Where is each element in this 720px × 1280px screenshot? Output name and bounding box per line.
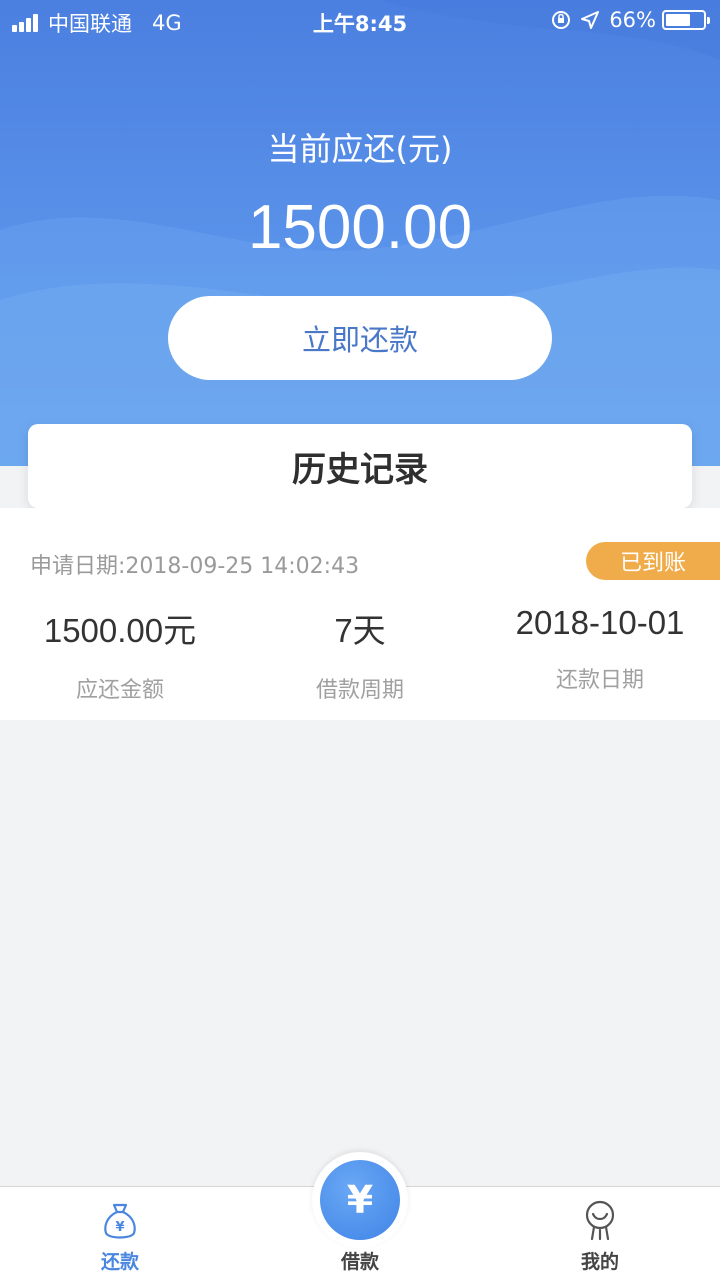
stat-value: 7天: [334, 612, 386, 649]
rotation-lock-icon: [551, 10, 571, 30]
tab-repay[interactable]: ¥ 还款: [0, 1187, 240, 1280]
stat-loan-period: 7天 借款周期: [240, 604, 480, 704]
loan-record-card[interactable]: 申请日期:2018-09-25 14:02:43 已到账 1500.00元 应还…: [0, 508, 720, 720]
tab-label: 我的: [580, 1251, 619, 1273]
apply-date: 申请日期:2018-09-25 14:02:43: [30, 554, 360, 579]
stat-label: 还款日期: [555, 668, 644, 693]
battery-percent: 66%: [609, 8, 656, 32]
due-amount-value: 1500.00: [247, 193, 473, 262]
stat-label: 借款周期: [315, 678, 404, 703]
status-bar: 中国联通 4G 上午8:45 66%: [0, 0, 720, 40]
stat-value: 2018-10-01: [515, 604, 685, 641]
svg-text:¥: ¥: [115, 1220, 124, 1235]
repay-bag-icon: ¥: [104, 1203, 136, 1239]
tab-mine[interactable]: 我的: [480, 1187, 720, 1280]
stat-repay-date: 2018-10-01 还款日期: [480, 604, 720, 694]
location-arrow-icon: [581, 11, 600, 29]
repay-now-button[interactable]: 立即还款: [168, 296, 552, 380]
stat-value: 1500.00元: [43, 612, 197, 649]
stat-amount-due: 1500.00元 应还金额: [0, 604, 240, 704]
battery-icon: [662, 10, 710, 30]
history-records-button[interactable]: 历史记录: [28, 424, 692, 508]
yuan-coin-icon[interactable]: ¥: [320, 1160, 400, 1240]
tab-label: 还款: [100, 1251, 139, 1273]
status-badge: 已到账: [586, 542, 720, 580]
due-amount-label: 当前应还(元): [267, 130, 453, 168]
tab-label: 借款: [340, 1251, 379, 1273]
profile-icon: [585, 1200, 615, 1241]
stat-label: 应还金额: [75, 678, 164, 703]
